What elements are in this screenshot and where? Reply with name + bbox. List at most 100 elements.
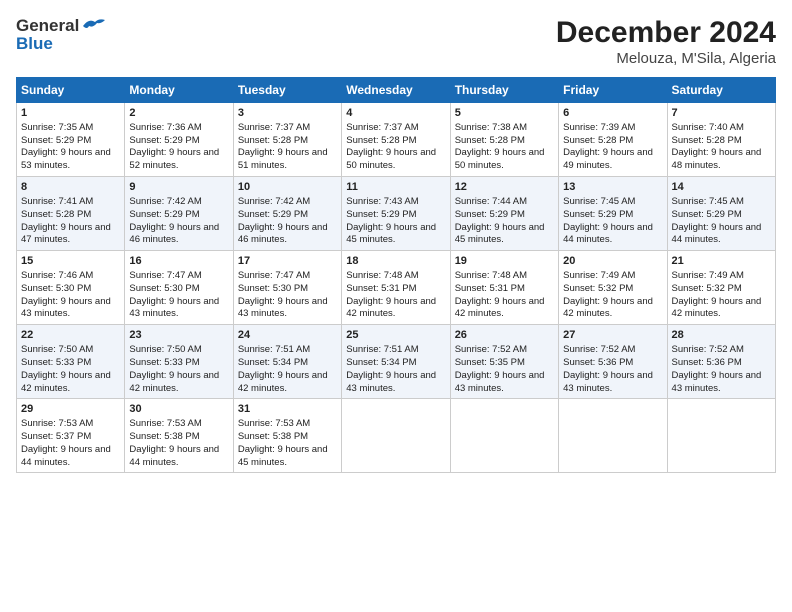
daylight-text: Daylight: 9 hours and 42 minutes.: [563, 296, 653, 320]
daylight-text: Daylight: 9 hours and 42 minutes.: [346, 296, 436, 320]
day-number: 18: [346, 254, 445, 269]
sunset-text: Sunset: 5:38 PM: [238, 431, 308, 442]
day-number: 12: [455, 180, 554, 195]
sunrise-text: Sunrise: 7:53 AM: [21, 418, 93, 429]
day-number: 30: [129, 402, 228, 417]
calendar-cell: 28Sunrise: 7:52 AMSunset: 5:36 PMDayligh…: [667, 325, 775, 399]
sunset-text: Sunset: 5:38 PM: [129, 431, 199, 442]
daylight-text: Daylight: 9 hours and 43 minutes.: [21, 296, 111, 320]
calendar-subtitle: Melouza, M'Sila, Algeria: [556, 50, 776, 67]
calendar-title: December 2024: [556, 16, 776, 50]
sunset-text: Sunset: 5:28 PM: [346, 135, 416, 146]
sunset-text: Sunset: 5:28 PM: [563, 135, 633, 146]
daylight-text: Daylight: 9 hours and 43 minutes.: [455, 370, 545, 394]
day-number: 5: [455, 106, 554, 121]
sunrise-text: Sunrise: 7:49 AM: [563, 270, 635, 281]
daylight-text: Daylight: 9 hours and 48 minutes.: [672, 147, 762, 171]
sunrise-text: Sunrise: 7:35 AM: [21, 122, 93, 133]
sunrise-text: Sunrise: 7:42 AM: [129, 196, 201, 207]
calendar-cell: 17Sunrise: 7:47 AMSunset: 5:30 PMDayligh…: [233, 251, 341, 325]
calendar-table: Sunday Monday Tuesday Wednesday Thursday…: [16, 77, 776, 473]
calendar-row: 8Sunrise: 7:41 AMSunset: 5:28 PMDaylight…: [17, 177, 776, 251]
daylight-text: Daylight: 9 hours and 43 minutes.: [129, 296, 219, 320]
daylight-text: Daylight: 9 hours and 53 minutes.: [21, 147, 111, 171]
calendar-row: 29Sunrise: 7:53 AMSunset: 5:37 PMDayligh…: [17, 399, 776, 473]
col-tuesday: Tuesday: [233, 78, 341, 103]
header-row: Sunday Monday Tuesday Wednesday Thursday…: [17, 78, 776, 103]
sunrise-text: Sunrise: 7:47 AM: [129, 270, 201, 281]
col-wednesday: Wednesday: [342, 78, 450, 103]
sunrise-text: Sunrise: 7:43 AM: [346, 196, 418, 207]
daylight-text: Daylight: 9 hours and 44 minutes.: [563, 222, 653, 246]
day-number: 10: [238, 180, 337, 195]
calendar-cell: 3Sunrise: 7:37 AMSunset: 5:28 PMDaylight…: [233, 103, 341, 177]
day-number: 11: [346, 180, 445, 195]
sunset-text: Sunset: 5:30 PM: [21, 283, 91, 294]
day-number: 14: [672, 180, 771, 195]
sunset-text: Sunset: 5:33 PM: [21, 357, 91, 368]
sunrise-text: Sunrise: 7:47 AM: [238, 270, 310, 281]
sunrise-text: Sunrise: 7:53 AM: [238, 418, 310, 429]
calendar-cell: 9Sunrise: 7:42 AMSunset: 5:29 PMDaylight…: [125, 177, 233, 251]
page-container: General Blue December 2024 Melouza, M'Si…: [0, 0, 792, 612]
daylight-text: Daylight: 9 hours and 42 minutes.: [672, 296, 762, 320]
col-monday: Monday: [125, 78, 233, 103]
calendar-cell: 5Sunrise: 7:38 AMSunset: 5:28 PMDaylight…: [450, 103, 558, 177]
sunset-text: Sunset: 5:29 PM: [563, 209, 633, 220]
sunset-text: Sunset: 5:31 PM: [455, 283, 525, 294]
day-number: 4: [346, 106, 445, 121]
logo: General Blue: [16, 16, 107, 54]
col-saturday: Saturday: [667, 78, 775, 103]
sunset-text: Sunset: 5:33 PM: [129, 357, 199, 368]
calendar-cell: 22Sunrise: 7:50 AMSunset: 5:33 PMDayligh…: [17, 325, 125, 399]
day-number: 27: [563, 328, 662, 343]
daylight-text: Daylight: 9 hours and 42 minutes.: [129, 370, 219, 394]
logo-bird-icon: [81, 16, 107, 36]
calendar-cell: 12Sunrise: 7:44 AMSunset: 5:29 PMDayligh…: [450, 177, 558, 251]
sunrise-text: Sunrise: 7:36 AM: [129, 122, 201, 133]
sunrise-text: Sunrise: 7:38 AM: [455, 122, 527, 133]
day-number: 29: [21, 402, 120, 417]
calendar-cell: [342, 399, 450, 473]
daylight-text: Daylight: 9 hours and 42 minutes.: [21, 370, 111, 394]
calendar-cell: 20Sunrise: 7:49 AMSunset: 5:32 PMDayligh…: [559, 251, 667, 325]
day-number: 1: [21, 106, 120, 121]
calendar-cell: 18Sunrise: 7:48 AMSunset: 5:31 PMDayligh…: [342, 251, 450, 325]
sunset-text: Sunset: 5:32 PM: [563, 283, 633, 294]
daylight-text: Daylight: 9 hours and 46 minutes.: [129, 222, 219, 246]
calendar-cell: 27Sunrise: 7:52 AMSunset: 5:36 PMDayligh…: [559, 325, 667, 399]
sunset-text: Sunset: 5:31 PM: [346, 283, 416, 294]
daylight-text: Daylight: 9 hours and 44 minutes.: [672, 222, 762, 246]
day-number: 7: [672, 106, 771, 121]
sunrise-text: Sunrise: 7:48 AM: [455, 270, 527, 281]
calendar-cell: 24Sunrise: 7:51 AMSunset: 5:34 PMDayligh…: [233, 325, 341, 399]
calendar-cell: 10Sunrise: 7:42 AMSunset: 5:29 PMDayligh…: [233, 177, 341, 251]
calendar-cell: 19Sunrise: 7:48 AMSunset: 5:31 PMDayligh…: [450, 251, 558, 325]
title-block: December 2024 Melouza, M'Sila, Algeria: [556, 16, 776, 67]
calendar-cell: 8Sunrise: 7:41 AMSunset: 5:28 PMDaylight…: [17, 177, 125, 251]
sunrise-text: Sunrise: 7:46 AM: [21, 270, 93, 281]
sunrise-text: Sunrise: 7:44 AM: [455, 196, 527, 207]
sunrise-text: Sunrise: 7:52 AM: [672, 344, 744, 355]
sunset-text: Sunset: 5:28 PM: [672, 135, 742, 146]
calendar-row: 15Sunrise: 7:46 AMSunset: 5:30 PMDayligh…: [17, 251, 776, 325]
sunrise-text: Sunrise: 7:51 AM: [238, 344, 310, 355]
calendar-cell: 11Sunrise: 7:43 AMSunset: 5:29 PMDayligh…: [342, 177, 450, 251]
day-number: 19: [455, 254, 554, 269]
sunrise-text: Sunrise: 7:51 AM: [346, 344, 418, 355]
sunrise-text: Sunrise: 7:37 AM: [346, 122, 418, 133]
daylight-text: Daylight: 9 hours and 50 minutes.: [455, 147, 545, 171]
calendar-cell: 21Sunrise: 7:49 AMSunset: 5:32 PMDayligh…: [667, 251, 775, 325]
calendar-cell: 16Sunrise: 7:47 AMSunset: 5:30 PMDayligh…: [125, 251, 233, 325]
sunset-text: Sunset: 5:35 PM: [455, 357, 525, 368]
daylight-text: Daylight: 9 hours and 43 minutes.: [563, 370, 653, 394]
calendar-cell: [450, 399, 558, 473]
day-number: 17: [238, 254, 337, 269]
day-number: 16: [129, 254, 228, 269]
calendar-cell: 29Sunrise: 7:53 AMSunset: 5:37 PMDayligh…: [17, 399, 125, 473]
calendar-cell: 7Sunrise: 7:40 AMSunset: 5:28 PMDaylight…: [667, 103, 775, 177]
daylight-text: Daylight: 9 hours and 47 minutes.: [21, 222, 111, 246]
calendar-cell: [559, 399, 667, 473]
sunset-text: Sunset: 5:29 PM: [21, 135, 91, 146]
sunset-text: Sunset: 5:29 PM: [672, 209, 742, 220]
